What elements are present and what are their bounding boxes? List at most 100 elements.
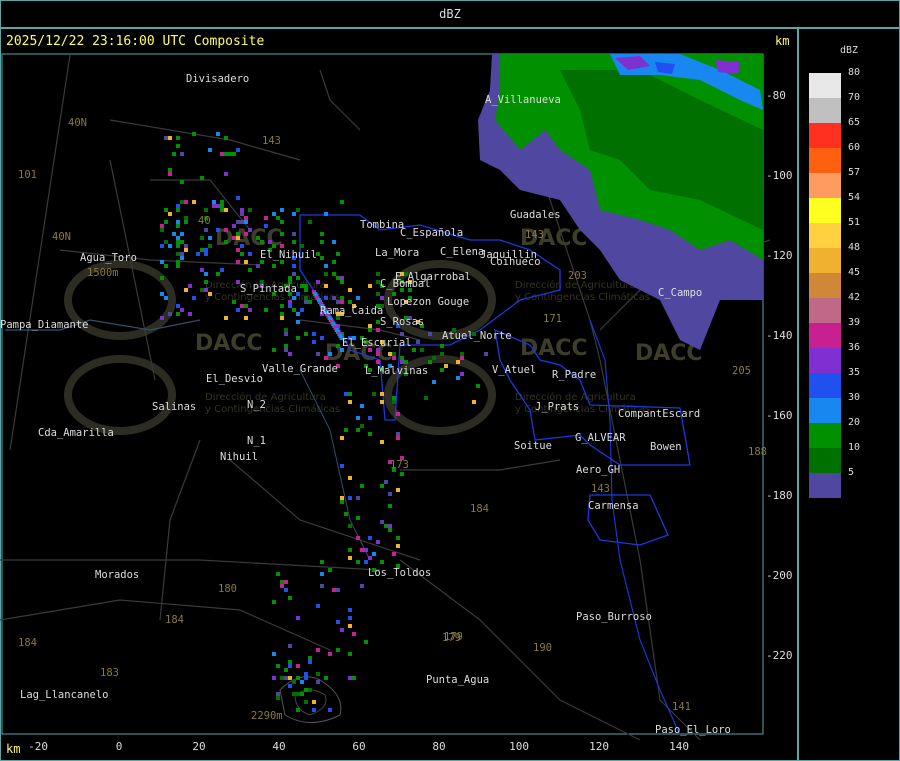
echo-pixel xyxy=(400,472,404,476)
legend-swatch xyxy=(809,473,841,498)
echo-pixel xyxy=(236,236,240,240)
y-tick-label: -100 xyxy=(766,169,793,182)
echo-pixel xyxy=(176,312,180,316)
echo-pixel xyxy=(388,524,392,528)
legend-swatch xyxy=(809,173,841,198)
echo-pixel xyxy=(348,300,352,304)
echo-pixel xyxy=(184,220,188,224)
echo-pixel xyxy=(164,136,168,140)
echo-pixel xyxy=(384,524,388,528)
echo-pixel xyxy=(248,208,252,212)
y-tick-label: -220 xyxy=(766,649,793,662)
echo-pixel xyxy=(308,656,312,660)
x-tick-label: 100 xyxy=(509,740,529,753)
echo-pixel xyxy=(304,300,308,304)
legend-label: 70 xyxy=(848,92,861,103)
echo-pixel xyxy=(348,676,352,680)
echo-pixel xyxy=(324,676,328,680)
place-label: Pampa_Diamante xyxy=(0,319,89,331)
y-tick-label: -180 xyxy=(766,489,793,502)
echo-pixel xyxy=(256,236,260,240)
place-label: Aero_GH xyxy=(576,464,620,476)
echo-pixel xyxy=(176,264,180,268)
echo-pixel xyxy=(292,296,296,300)
place-label: Cda_Amarilla xyxy=(38,427,114,439)
echo-pixel xyxy=(360,584,364,588)
echo-pixel xyxy=(348,476,352,480)
echo-pixel xyxy=(288,596,292,600)
timestamp-label: 2025/12/22 23:16:00 UTC Composite xyxy=(6,34,265,49)
legend-label: 5 xyxy=(848,467,855,478)
place-label: Valle_Grande xyxy=(262,363,338,375)
echo-pixel xyxy=(232,152,236,156)
echo-pixel xyxy=(312,332,316,336)
echo-pixel xyxy=(236,220,240,224)
legend-label: 35 xyxy=(848,367,861,378)
legend-label: 57 xyxy=(848,167,861,178)
echo-pixel xyxy=(292,692,296,696)
watermark-brand: DACC xyxy=(195,331,263,356)
echo-pixel xyxy=(240,252,244,256)
echo-pixel xyxy=(160,316,164,320)
echo-pixel xyxy=(428,332,432,336)
echo-pixel xyxy=(180,308,184,312)
echo-pixel xyxy=(392,352,396,356)
echo-pixel xyxy=(288,276,292,280)
echo-pixel xyxy=(340,496,344,500)
echo-pixel xyxy=(208,236,212,240)
echo-pixel xyxy=(168,136,172,140)
echo-pixel xyxy=(248,252,252,256)
echo-pixel xyxy=(316,680,320,684)
echo-pixel xyxy=(288,676,292,680)
x-tick-label: 40 xyxy=(272,740,285,753)
echo-pixel xyxy=(404,360,408,364)
echo-pixel xyxy=(376,328,380,332)
place-label: CompantEscard xyxy=(618,408,700,420)
echo-pixel xyxy=(280,316,284,320)
legend-swatch xyxy=(809,398,841,423)
echo-pixel xyxy=(296,708,300,712)
echo-pixel xyxy=(260,240,264,244)
echo-pixel xyxy=(200,236,204,240)
echo-pixel xyxy=(356,496,360,500)
echo-pixel xyxy=(380,440,384,444)
echo-pixel xyxy=(236,308,240,312)
legend-label: 65 xyxy=(848,117,861,128)
echo-pixel xyxy=(236,232,240,236)
road-number: 179 xyxy=(442,632,461,644)
echo-pixel xyxy=(172,152,176,156)
echo-pixel xyxy=(176,144,180,148)
echo-pixel xyxy=(160,228,164,232)
echo-pixel xyxy=(200,248,204,252)
road-number: 184 xyxy=(470,503,489,515)
echo-pixel xyxy=(304,676,308,680)
echo-pixel xyxy=(244,260,248,264)
echo-pixel xyxy=(276,696,280,700)
echo-pixel xyxy=(416,340,420,344)
road-number: 143 xyxy=(591,483,610,495)
echo-pixel xyxy=(428,360,432,364)
echo-pixel xyxy=(204,288,208,292)
echo-region xyxy=(715,60,740,74)
contour-line xyxy=(279,676,342,723)
echo-pixel xyxy=(440,344,444,348)
echo-pixel xyxy=(168,312,172,316)
echo-pixel xyxy=(272,600,276,604)
echo-pixel xyxy=(476,384,480,388)
place-label: A_Villanueva xyxy=(485,94,561,106)
echo-pixel xyxy=(376,540,380,544)
echo-pixel xyxy=(244,232,248,236)
echo-pixel xyxy=(296,664,300,668)
place-label: Lag_Llancanelo xyxy=(20,689,109,701)
echo-pixel xyxy=(456,360,460,364)
place-label: C_Campo xyxy=(658,287,702,299)
legend-label: 45 xyxy=(848,267,861,278)
echo-pixel xyxy=(352,632,356,636)
legend-label: 60 xyxy=(848,142,861,153)
echo-pixel xyxy=(336,276,340,280)
place-label: Los_Toldos xyxy=(368,567,431,579)
echo-pixel xyxy=(228,152,232,156)
echo-pixel xyxy=(292,272,296,276)
road-number: 190 xyxy=(533,642,552,654)
echo-pixel xyxy=(368,416,372,420)
